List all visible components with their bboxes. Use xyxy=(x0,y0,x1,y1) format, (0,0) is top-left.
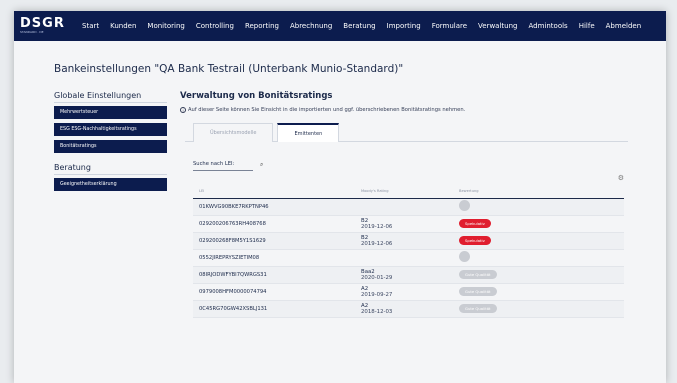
logo-subtext: STANDARD · DE xyxy=(20,30,44,34)
status-badge: Gute Qualität xyxy=(459,270,497,279)
sidebar: Globale Einstellungen Mehrwertsteuer ESG… xyxy=(54,91,167,318)
empty-status-dot xyxy=(459,200,470,211)
app-window: DSGR STANDARD · DE Start Kunden Monitori… xyxy=(14,11,666,383)
info-circle-icon: i xyxy=(180,107,186,113)
search-icon[interactable]: ⌕ xyxy=(260,161,263,171)
lei-cell: 0552JIREPRYSZIETIM08 xyxy=(193,249,361,267)
info-text-label: Auf dieser Seite können Sie Einsicht in … xyxy=(188,107,466,113)
tab-uebersichtsmodelle[interactable]: Übersichtsmodelle xyxy=(193,123,274,142)
table-row[interactable]: 0C45RG70GW42XSBLJ131 A2 2018-12-03 Gute … xyxy=(193,300,624,318)
assessment-cell: Gute Qualität xyxy=(459,300,624,318)
nav-formulare[interactable]: Formulare xyxy=(432,22,467,30)
top-navbar: DSGR STANDARD · DE Start Kunden Monitori… xyxy=(14,11,666,41)
rating-date: 2018-12-03 xyxy=(361,308,393,315)
rating-cell: A2 2018-12-03 xyxy=(361,300,459,318)
rating-cell: B2 2019-12-06 xyxy=(361,215,459,233)
sidebar-group-beratung: Beratung xyxy=(54,163,167,175)
empty-status-dot xyxy=(459,251,470,262)
nav-monitoring[interactable]: Monitoring xyxy=(147,22,184,30)
rating-date: 2019-12-06 xyxy=(361,223,393,230)
sidebar-group-global: Globale Einstellungen xyxy=(54,91,167,103)
table-row[interactable]: 08IRJODWFYBI7QWRGS31 Baa2 2020-01-29 Gut… xyxy=(193,266,624,284)
nav-admintools[interactable]: Admintools xyxy=(528,22,567,30)
ratings-panel: Übersichtsmodelle Emittenten Suche nach … xyxy=(185,123,628,318)
status-badge: Spekulativ xyxy=(459,219,491,228)
table-row[interactable]: 0979008HFM0000074794 A2 2019-09-27 Gute … xyxy=(193,283,624,301)
lei-cell: 029200206763RH408768 xyxy=(193,215,361,233)
nav-beratung[interactable]: Beratung xyxy=(343,22,375,30)
page-content: Bankeinstellungen "QA Bank Testrail (Unt… xyxy=(14,41,666,318)
rating-date: 2020-01-29 xyxy=(361,274,393,281)
status-badge: Gute Qualität xyxy=(459,304,497,313)
table-row[interactable]: 0552JIREPRYSZIETIM08 xyxy=(193,249,624,267)
logo[interactable]: DSGR STANDARD · DE xyxy=(20,15,70,37)
nav-importing[interactable]: Importing xyxy=(387,22,421,30)
table-settings-row: ⚙ xyxy=(185,171,628,185)
lei-cell: 08IRJODWFYBI7QWRGS31 xyxy=(193,266,361,284)
lei-cell: 029200268F8M5Y1S1629 xyxy=(193,232,361,250)
rating-date: 2019-09-27 xyxy=(361,291,393,298)
assessment-cell: Gute Qualität xyxy=(459,266,624,284)
assessment-cell: Spekulativ xyxy=(459,215,624,233)
lei-cell: 01KWVG90BKE7RKPTNP46 xyxy=(193,198,361,216)
nav-start[interactable]: Start xyxy=(82,22,99,30)
status-badge: Gute Qualität xyxy=(459,287,497,296)
assessment-cell xyxy=(459,198,624,216)
nav-kunden[interactable]: Kunden xyxy=(110,22,136,30)
search-row: Suche nach LEI: ⌕ xyxy=(185,142,628,171)
page-title: Bankeinstellungen "QA Bank Testrail (Unt… xyxy=(54,63,404,75)
sidebar-item-geeignetheitserklaerung[interactable]: Geeignetheitserklärung xyxy=(54,178,167,191)
section-title: Verwaltung von Bonitätsratings xyxy=(180,91,333,101)
main-panel: Verwaltung von Bonitätsratings i Auf die… xyxy=(180,91,628,318)
nav-abrechnung[interactable]: Abrechnung xyxy=(290,22,332,30)
status-badge: Spekulativ xyxy=(459,236,491,245)
tab-emittenten[interactable]: Emittenten xyxy=(277,123,340,142)
assessment-cell: Gute Qualität xyxy=(459,283,624,301)
rating-cell xyxy=(361,198,459,216)
info-text: i Auf dieser Seite können Sie Einsicht i… xyxy=(180,107,628,113)
ratings-table: LEI Moody's Rating Bewertung 01KWVG90BKE… xyxy=(193,185,624,318)
sidebar-item-bonitaetsratings[interactable]: Bonitätsratings xyxy=(54,140,167,153)
assessment-cell xyxy=(459,249,624,267)
table-row[interactable]: 01KWVG90BKE7RKPTNP46 xyxy=(193,198,624,216)
table-header-row: LEI Moody's Rating Bewertung xyxy=(193,185,624,199)
search-lei-field[interactable]: Suche nach LEI: xyxy=(193,161,253,171)
content-columns: Globale Einstellungen Mehrwertsteuer ESG… xyxy=(54,91,666,318)
table-row[interactable]: 029200206763RH408768 B2 2019-12-06 Speku… xyxy=(193,215,624,233)
table-row[interactable]: 029200268F8M5Y1S1629 B2 2019-12-06 Speku… xyxy=(193,232,624,250)
lei-cell: 0979008HFM0000074794 xyxy=(193,283,361,301)
assessment-cell: Spekulativ xyxy=(459,232,624,250)
nav-verwaltung[interactable]: Verwaltung xyxy=(478,22,517,30)
sidebar-item-esg-ratings[interactable]: ESG ESG-Nachhaltigkeitsratings xyxy=(54,123,167,136)
rating-date: 2019-12-06 xyxy=(361,240,393,247)
nav-controlling[interactable]: Controlling xyxy=(196,22,234,30)
sidebar-item-mehrwertsteuer[interactable]: Mehrwertsteuer xyxy=(54,106,167,119)
column-header-lei[interactable]: LEI xyxy=(193,185,361,199)
nav-reporting[interactable]: Reporting xyxy=(245,22,279,30)
tab-bar: Übersichtsmodelle Emittenten xyxy=(185,123,628,142)
lei-cell: 0C45RG70GW42XSBLJ131 xyxy=(193,300,361,318)
rating-cell: B2 2019-12-06 xyxy=(361,232,459,250)
logo-text: DSGR xyxy=(20,16,65,31)
rating-cell: Baa2 2020-01-29 xyxy=(361,266,459,284)
nav-abmelden[interactable]: Abmelden xyxy=(606,22,642,30)
gear-icon[interactable]: ⚙ xyxy=(618,174,624,182)
rating-cell xyxy=(361,249,459,267)
column-header-bewertung[interactable]: Bewertung xyxy=(459,185,624,199)
nav-hilfe[interactable]: Hilfe xyxy=(579,22,595,30)
column-header-moodys-rating[interactable]: Moody's Rating xyxy=(361,185,459,199)
rating-cell: A2 2019-09-27 xyxy=(361,283,459,301)
